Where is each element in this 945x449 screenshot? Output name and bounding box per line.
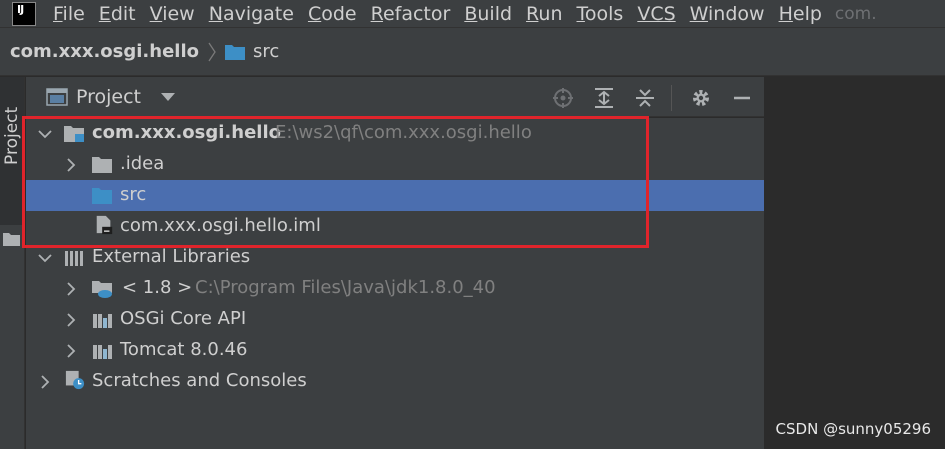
tree-row-osgi[interactable]: OSGi Core API: [26, 304, 764, 335]
highlight-annotation-box: [22, 116, 649, 248]
tree-row-scratches[interactable]: Scratches and Consoles: [26, 366, 764, 397]
window-title: com.: [834, 3, 877, 24]
breadcrumb-project[interactable]: com.xxx.osgi.hello: [10, 41, 199, 62]
intellij-logo: IJ: [12, 1, 36, 26]
chevron-right-icon: [208, 42, 216, 61]
breadcrumb: com.xxx.osgi.hello src: [0, 27, 945, 76]
expand-all-icon[interactable]: [592, 86, 616, 110]
watermark: CSDN @sunny05296: [775, 420, 931, 438]
chevron-right-icon[interactable]: [64, 282, 78, 296]
menu-view[interactable]: View: [150, 3, 195, 25]
minimize-icon[interactable]: [730, 86, 754, 110]
menu-run[interactable]: Run: [526, 3, 562, 25]
tree-row-jdk[interactable]: < 1.8 > C:\Program Files\Java\jdk1.8.0_4…: [26, 273, 764, 304]
tree-external-libraries-label: External Libraries: [92, 246, 251, 267]
library-icon: [65, 251, 83, 266]
tree-tomcat-label: Tomcat 8.0.46: [120, 339, 248, 360]
chevron-right-icon[interactable]: [64, 344, 78, 358]
jdk-icon: [92, 281, 112, 298]
project-tool-tab[interactable]: Project: [0, 77, 24, 246]
project-window-icon: [46, 87, 68, 106]
menu-code[interactable]: Code: [308, 3, 357, 25]
chevron-down-icon[interactable]: [161, 92, 176, 101]
menu-bar: IJ File Edit View Navigate Code Refactor…: [0, 0, 945, 27]
menu-vcs[interactable]: VCS: [637, 3, 675, 25]
project-panel-header: Project: [26, 77, 764, 117]
tree-scratches-label: Scratches and Consoles: [92, 370, 307, 391]
menu-help[interactable]: Help: [779, 3, 822, 25]
chevron-right-icon[interactable]: [64, 313, 78, 327]
project-tool-tab-label: Project: [2, 106, 22, 165]
menu-window[interactable]: Window: [690, 3, 765, 25]
scratches-icon: [65, 370, 85, 390]
editor-area: [764, 77, 945, 449]
tree-jdk-path: C:\Program Files\Java\jdk1.8.0_40: [195, 277, 496, 298]
panel-title: Project: [76, 85, 142, 108]
chevron-down-icon[interactable]: [38, 251, 52, 265]
collapse-all-icon[interactable]: [633, 86, 657, 110]
gear-icon[interactable]: [689, 86, 713, 110]
library-icon: [93, 314, 112, 328]
chevron-right-icon[interactable]: [38, 375, 52, 389]
menu-refactor[interactable]: Refactor: [371, 3, 451, 25]
locate-icon[interactable]: [551, 86, 575, 110]
menu-edit[interactable]: Edit: [99, 3, 136, 25]
menu-tools[interactable]: Tools: [577, 3, 624, 25]
logo-text: IJ: [17, 2, 24, 16]
menu-navigate[interactable]: Navigate: [209, 3, 294, 25]
toolbar-divider: [671, 85, 672, 111]
menu-build[interactable]: Build: [464, 3, 512, 25]
menu-file[interactable]: File: [53, 3, 85, 25]
tree-row-tomcat[interactable]: Tomcat 8.0.46: [26, 335, 764, 366]
panel-toolbar: [534, 85, 754, 111]
breadcrumb-src[interactable]: src: [253, 41, 279, 62]
tree-osgi-label: OSGi Core API: [120, 308, 247, 329]
tree-jdk-label: < 1.8 >: [122, 277, 193, 298]
folder-icon: [225, 44, 245, 60]
library-icon: [93, 345, 112, 359]
folder-icon: [3, 233, 20, 246]
